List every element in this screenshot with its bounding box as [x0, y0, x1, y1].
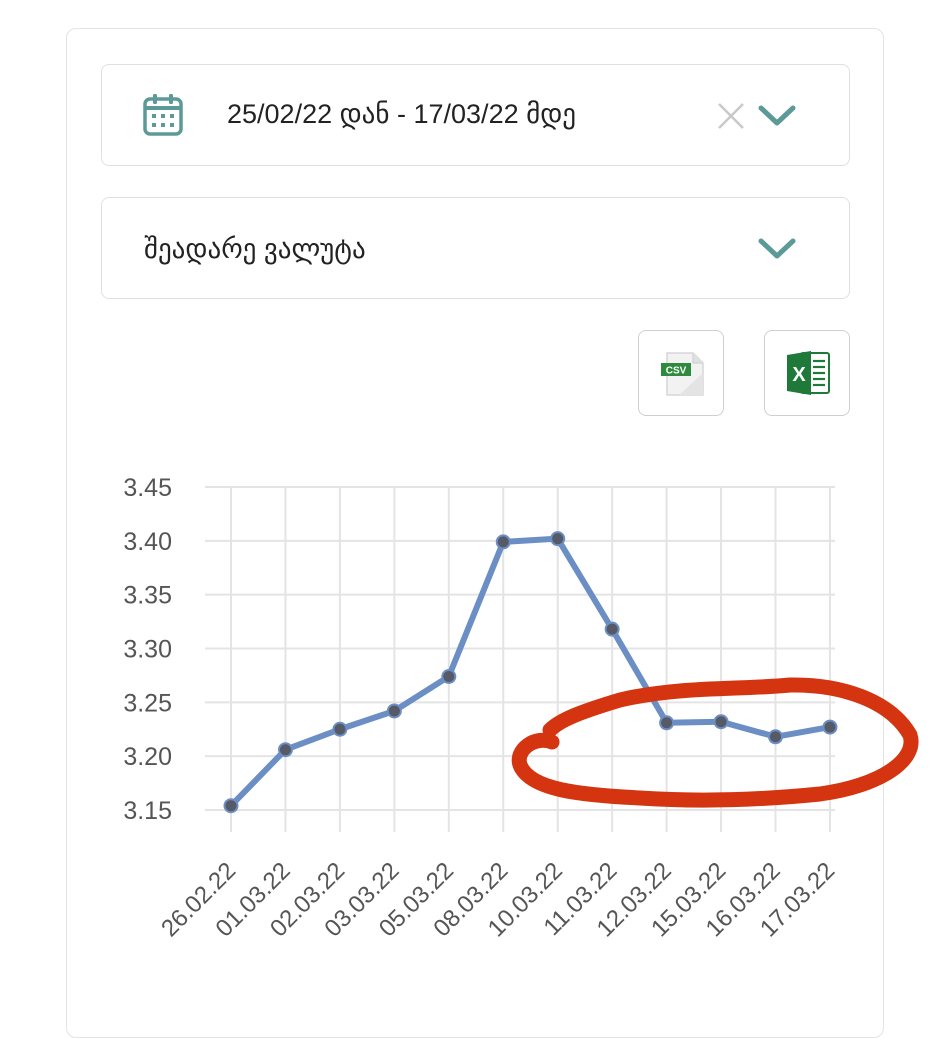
data-point: [441, 668, 457, 684]
y-tick-label: 3.30: [123, 636, 172, 664]
y-tick-label: 3.35: [123, 582, 172, 610]
data-point: [713, 714, 729, 730]
data-point: [822, 719, 838, 735]
y-tick-label: 3.45: [123, 474, 172, 502]
data-point: [386, 703, 402, 719]
y-tick-label: 3.15: [123, 797, 172, 825]
data-point: [659, 715, 675, 731]
data-point: [223, 798, 239, 814]
data-point: [768, 729, 783, 745]
y-tick-label: 3.40: [123, 528, 172, 556]
x-axis-ticks: 26.02.2201.03.2202.03.2203.03.2205.03.22…: [156, 857, 840, 942]
data-point: [332, 721, 348, 737]
y-axis-ticks: 3.45 3.40 3.35 3.30 3.25 3.20 3.15: [123, 474, 172, 825]
y-tick-label: 3.20: [123, 743, 172, 771]
y-tick-label: 3.25: [123, 689, 172, 717]
data-point: [277, 742, 293, 758]
data-point: [495, 534, 511, 550]
exchange-rate-chart: 3.45 3.40 3.35 3.30 3.25 3.20 3.15 26.02.2201.…: [123, 474, 919, 942]
rate-series-line: [228, 535, 833, 809]
data-point: [550, 531, 566, 547]
data-point: [604, 621, 620, 637]
